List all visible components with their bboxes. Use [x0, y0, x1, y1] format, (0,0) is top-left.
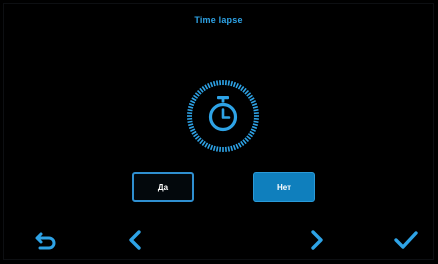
dial-tick	[199, 139, 204, 145]
dial-tick	[253, 120, 259, 124]
dial-tick	[209, 81, 214, 88]
dial-tick	[187, 120, 193, 124]
dial-tick	[244, 137, 250, 143]
dial-tick	[247, 133, 253, 138]
yes-button-label: Да	[157, 182, 169, 192]
dial-tick	[230, 145, 234, 151]
dial-tick	[235, 83, 239, 89]
dial-tick	[240, 140, 245, 146]
dial-tick	[212, 145, 216, 151]
chevron-left-icon[interactable]	[122, 226, 150, 254]
dial-tick	[247, 94, 253, 99]
dial-tick	[251, 125, 258, 130]
chevron-right-icon[interactable]	[302, 226, 330, 254]
dial-tick	[207, 83, 211, 89]
dial-tick	[253, 108, 259, 112]
no-button[interactable]: Нет	[253, 172, 315, 202]
dial-tick	[235, 143, 239, 149]
dial-tick	[244, 89, 250, 95]
dial-tick	[188, 102, 195, 107]
dial-tick	[249, 130, 255, 135]
dial-tick	[209, 144, 214, 151]
dial-tick	[232, 81, 237, 88]
dial-tick	[232, 144, 237, 151]
dial-tick	[246, 135, 252, 140]
dial-tick	[187, 108, 193, 112]
dial-tick	[193, 94, 199, 99]
dial-tick	[188, 123, 194, 127]
dial-tick	[191, 97, 197, 102]
dial-tick	[191, 130, 197, 135]
dial-tick	[188, 125, 195, 130]
dial-tick	[190, 100, 196, 104]
dial-tick	[249, 97, 255, 102]
dial-tick	[252, 123, 258, 127]
dial-tick	[196, 137, 202, 143]
dial-tick	[215, 146, 219, 152]
dial-tick	[188, 105, 194, 109]
return-arrow-icon[interactable]	[32, 226, 60, 254]
dial-tick	[199, 87, 204, 93]
dial-tick	[193, 133, 199, 138]
dial-tick	[215, 80, 219, 86]
device-screen: Time lapse Да Нет	[3, 3, 434, 260]
stopwatch-icon	[185, 78, 261, 154]
dial-tick	[237, 84, 242, 90]
dial-tick	[194, 135, 200, 140]
dial-tick	[250, 128, 256, 132]
dial-tick	[252, 105, 258, 109]
dial-tick	[204, 142, 209, 148]
dial-tick	[194, 92, 200, 97]
yes-button[interactable]: Да	[132, 172, 194, 202]
dial-tick	[227, 146, 231, 152]
dial-tick	[237, 142, 242, 148]
dial-tick	[246, 92, 252, 97]
dial-tick	[201, 140, 206, 146]
no-button-label: Нет	[276, 182, 292, 192]
page-title: Time lapse	[194, 15, 243, 25]
dial-tick	[190, 128, 196, 132]
dial-tick	[250, 100, 256, 104]
dial-tick	[227, 80, 231, 86]
dial-tick	[212, 81, 216, 87]
dial-tick	[230, 81, 234, 87]
dial-tick	[240, 86, 245, 92]
dial-tick	[242, 87, 247, 93]
dial-tick	[204, 84, 209, 90]
dial-tick	[196, 89, 202, 95]
dial-tick	[251, 102, 258, 107]
dial-tick	[201, 86, 206, 92]
dial-tick	[242, 139, 247, 145]
dial-tick	[207, 143, 211, 149]
checkmark-icon[interactable]	[392, 226, 420, 254]
